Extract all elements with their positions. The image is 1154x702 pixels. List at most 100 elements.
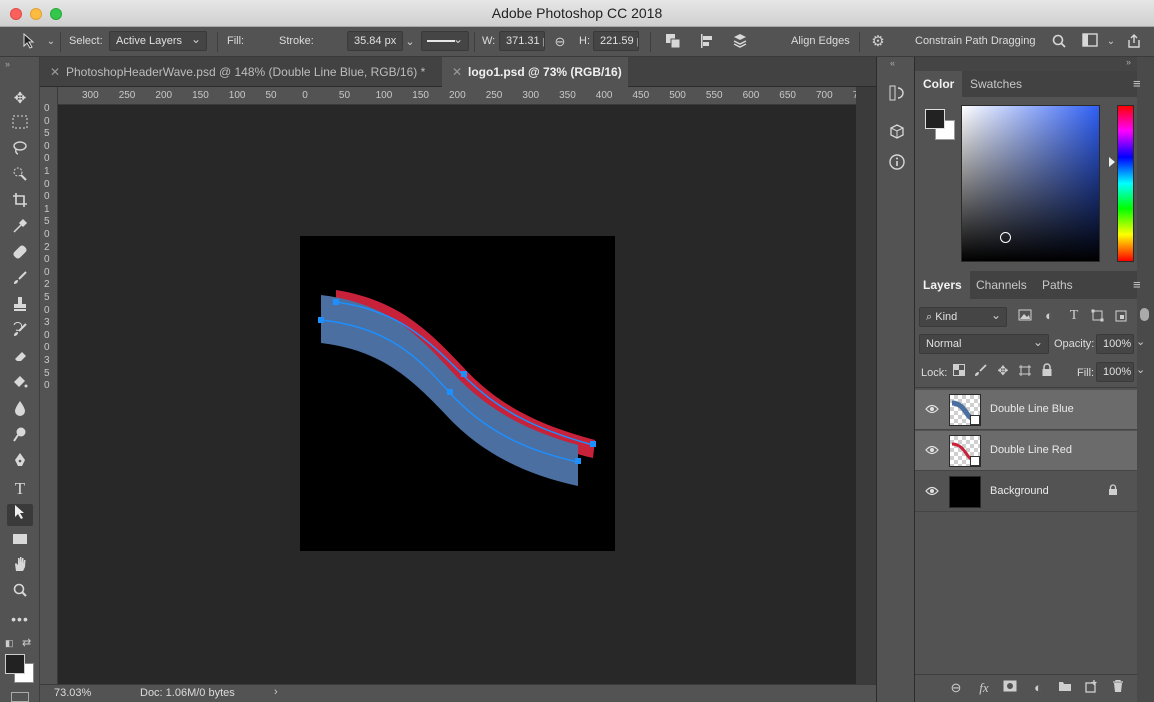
zoom-level[interactable]: 73.03% xyxy=(54,687,91,699)
vertical-scrollbar[interactable] xyxy=(856,87,876,684)
document-info[interactable]: Doc: 1.06M/0 bytes xyxy=(140,687,235,699)
tab-color[interactable]: Color xyxy=(915,71,963,97)
clone-stamp-tool-icon[interactable] xyxy=(7,296,33,318)
healing-brush-tool-icon[interactable] xyxy=(7,244,33,266)
filter-shape-icon[interactable] xyxy=(1088,309,1106,327)
color-foreground-swatch[interactable] xyxy=(925,109,945,129)
dodge-tool-icon[interactable] xyxy=(7,426,33,448)
paint-bucket-tool-icon[interactable] xyxy=(7,374,33,396)
collapse-strip-icon[interactable]: « xyxy=(890,58,895,68)
path-alignment-icon[interactable] xyxy=(698,33,716,51)
lock-position-icon[interactable]: ✥ xyxy=(994,363,1012,381)
zoom-tool-icon[interactable] xyxy=(7,582,33,604)
filter-toggle[interactable] xyxy=(1140,308,1149,321)
fill-chevron-down-icon[interactable]: ⌄ xyxy=(1136,363,1145,376)
search-icon[interactable] xyxy=(1050,33,1068,51)
anchor-point[interactable] xyxy=(333,299,339,305)
eye-icon[interactable] xyxy=(925,403,939,417)
lock-all-icon[interactable] xyxy=(1038,363,1056,381)
layer-row-double-line-red[interactable]: Double Line Red xyxy=(915,431,1137,471)
color-picker-cursor[interactable] xyxy=(1000,232,1011,243)
collapse-toolbar-icon[interactable]: » xyxy=(5,59,10,69)
gear-icon[interactable]: ⚙ xyxy=(869,33,887,51)
width-input[interactable]: 371.31 p xyxy=(499,31,545,51)
fx-icon[interactable]: fx xyxy=(975,680,993,698)
workspace-icon[interactable] xyxy=(1081,33,1099,51)
opacity-input[interactable]: 100% xyxy=(1096,334,1134,354)
swap-colors-icon[interactable]: ⇄ xyxy=(22,636,31,649)
stroke-width-chevron-down-icon[interactable]: ⌄ xyxy=(401,33,419,51)
fill-input[interactable]: 100% xyxy=(1096,362,1134,382)
close-tab-icon[interactable]: ✕ xyxy=(452,65,462,79)
height-input[interactable]: 221.59 p xyxy=(593,31,639,51)
close-tab-icon[interactable]: ✕ xyxy=(50,65,60,79)
pen-tool-icon[interactable] xyxy=(7,452,33,474)
status-menu-arrow[interactable]: › xyxy=(274,686,278,698)
horizontal-ruler[interactable]: 300 250 200 150 100 50 0 50 100 150 200 250 300 350 40… xyxy=(58,87,858,105)
stroke-type-dropdown[interactable] xyxy=(421,31,469,51)
filter-type-icon[interactable]: T xyxy=(1065,308,1083,326)
tab-swatches[interactable]: Swatches xyxy=(962,71,1030,97)
foreground-color-swatch[interactable] xyxy=(5,654,25,674)
quick-mask-icon[interactable] xyxy=(11,692,29,702)
brush-tool-icon[interactable] xyxy=(7,270,33,292)
history-brush-tool-icon[interactable] xyxy=(7,321,33,344)
color-field[interactable] xyxy=(961,105,1100,262)
rectangle-tool-icon[interactable] xyxy=(7,530,33,552)
color-panel-menu-icon[interactable]: ≡ xyxy=(1133,76,1141,91)
filter-pixel-icon[interactable] xyxy=(1016,309,1034,327)
tab-logo1[interactable]: ✕ logo1.psd @ 73% (RGB/16) xyxy=(442,57,628,87)
select-dropdown[interactable]: Active Layers xyxy=(109,31,207,51)
move-tool-icon[interactable]: ✥ xyxy=(7,88,33,110)
type-tool-icon[interactable]: T xyxy=(7,478,33,500)
new-group-icon[interactable] xyxy=(1056,680,1074,698)
panels-scrollbar[interactable] xyxy=(1137,57,1154,702)
eye-icon[interactable] xyxy=(925,444,939,458)
tab-layers[interactable]: Layers xyxy=(915,271,970,299)
new-layer-icon[interactable] xyxy=(1082,680,1100,698)
share-icon[interactable] xyxy=(1125,33,1143,51)
anchor-point[interactable] xyxy=(575,458,581,464)
eye-icon[interactable] xyxy=(925,485,939,499)
hue-slider-handle[interactable] xyxy=(1109,157,1115,167)
link-layers-icon[interactable]: ⊖ xyxy=(947,680,965,698)
vertical-ruler[interactable]: 00500100150200250300350 xyxy=(40,87,58,684)
lock-artboard-icon[interactable] xyxy=(1016,364,1034,382)
path-selection-tool-icon[interactable] xyxy=(7,504,33,526)
lock-image-brush-icon[interactable] xyxy=(972,363,990,381)
more-tools-icon[interactable]: ••• xyxy=(7,608,33,630)
direct-selection-tool-preset-icon[interactable] xyxy=(20,32,38,51)
blur-tool-icon[interactable] xyxy=(7,400,33,422)
opacity-chevron-down-icon[interactable]: ⌄ xyxy=(1136,335,1145,348)
anchor-point[interactable] xyxy=(590,441,596,447)
stroke-width-input[interactable]: 35.84 px xyxy=(347,31,403,51)
quick-selection-tool-icon[interactable] xyxy=(7,166,33,188)
history-panel-icon[interactable] xyxy=(888,84,906,102)
eyedropper-tool-icon[interactable] xyxy=(7,218,33,240)
anchor-point[interactable] xyxy=(447,389,453,395)
tab-channels[interactable]: Channels xyxy=(968,271,1035,299)
blend-mode-dropdown[interactable]: Normal xyxy=(919,334,1049,354)
document-canvas[interactable] xyxy=(58,105,856,684)
tab-photoshopheaderwave[interactable]: ✕ PhotoshopHeaderWave.psd @ 148% (Double… xyxy=(40,57,440,87)
collapse-panels-icon[interactable]: » xyxy=(915,57,1137,71)
3d-panel-icon[interactable] xyxy=(888,123,906,141)
layer-row-background[interactable]: Background xyxy=(915,472,1137,512)
default-colors-icon[interactable]: ◧ xyxy=(5,638,14,649)
hand-tool-icon[interactable] xyxy=(7,556,33,578)
layer-row-double-line-blue[interactable]: Double Line Blue xyxy=(915,390,1137,430)
layers-panel-menu-icon[interactable]: ≡ xyxy=(1133,277,1141,292)
tab-paths[interactable]: Paths xyxy=(1034,271,1081,299)
marquee-tool-icon[interactable] xyxy=(7,114,33,136)
eraser-tool-icon[interactable] xyxy=(7,348,33,370)
filter-smart-object-icon[interactable] xyxy=(1112,309,1130,327)
add-mask-icon[interactable] xyxy=(1001,680,1019,698)
new-adjustment-icon[interactable]: ◐ xyxy=(1029,680,1047,698)
filter-adjustment-icon[interactable]: ◐ xyxy=(1040,308,1058,326)
crop-tool-icon[interactable] xyxy=(7,192,33,214)
hue-slider[interactable] xyxy=(1117,105,1134,262)
anchor-point[interactable] xyxy=(461,371,467,377)
canvas-area[interactable] xyxy=(58,105,856,684)
info-icon[interactable] xyxy=(888,153,906,171)
layer-filter-dropdown[interactable]: ⌕ Kind xyxy=(919,307,1007,327)
